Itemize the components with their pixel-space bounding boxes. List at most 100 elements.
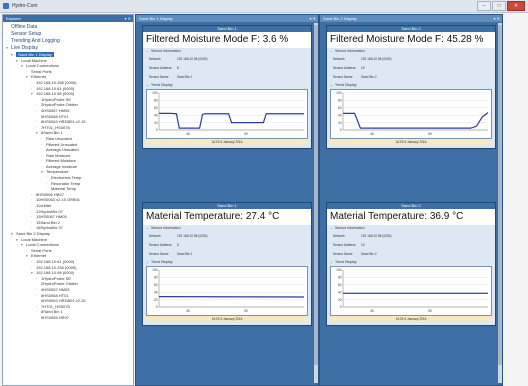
tree-node-label: Sensor Setup: [11, 31, 42, 37]
trend-display-label: Trend Display: [151, 260, 173, 264]
tree-node-label: 13HS0067 HM05: [36, 214, 67, 220]
trend-display-label: Trend Display: [335, 83, 357, 87]
trend-series-line: [159, 112, 304, 129]
info-key: Sensor Name: [333, 252, 353, 256]
y-tick-label: 100: [152, 91, 158, 95]
y-tick-label: 60: [154, 283, 158, 287]
y-tick-label: 100: [336, 268, 342, 272]
sensor-info-header[interactable]: ⌄ Sensor Information: [327, 48, 495, 55]
trend-display-header[interactable]: ⌄ Trend Display: [327, 82, 495, 89]
tree-node-label: 1HydroProbe SE: [41, 96, 72, 102]
sensor-info-header[interactable]: ⌄ Sensor Information: [143, 225, 311, 232]
panel-header-controls[interactable]: ▾ ✕: [494, 15, 500, 22]
tree-node[interactable]: · Sensor Setup: [6, 31, 133, 38]
info-key: Network: [149, 234, 161, 238]
x-tick-label: 40: [370, 132, 374, 136]
panel-scrollbar[interactable]: [498, 23, 502, 383]
info-row: Network 192.168.10.98 (0000): [333, 232, 495, 241]
y-tick-label: 80: [338, 99, 342, 103]
explorer-pane: Explorer ▾ ✕ · Offline Data · Sensor Setup ·…: [2, 14, 134, 386]
tree-node-label: Filtered Unscaled: [46, 141, 78, 147]
info-value: 8: [177, 243, 179, 247]
y-tick-label: 0: [156, 305, 158, 309]
info-key: Sensor Name: [149, 252, 169, 256]
panel-title: Sand Bin 2 Display: [323, 16, 357, 21]
tree-node-label: 2HydroProbe Orbiter: [41, 281, 78, 287]
sensor-card: Sand Bin 1 Material Temperature: 27.4 °C ⌄…: [142, 202, 312, 326]
tree-node-label: Ethernet: [31, 74, 47, 80]
maximize-button[interactable]: □: [492, 1, 506, 11]
x-tick-label: 50: [244, 309, 248, 313]
info-key: Network: [333, 57, 345, 61]
tree-node[interactable]: ▾ Live Display: [6, 45, 133, 52]
info-row: Sensor Address 15: [333, 64, 495, 73]
info-row: Sensor Name Sand Bin 2: [333, 73, 495, 82]
tree-node-label: 6HS0063 HRDB01 v2.15: [41, 298, 86, 304]
sensor-info-header[interactable]: ⌄ Sensor Information: [143, 48, 311, 55]
tree-node-label: 192.168.10.98 (0000): [36, 270, 75, 276]
tree-node[interactable]: · Offline Data: [6, 24, 133, 31]
tree-node[interactable]: · Trending And Logging: [6, 38, 133, 45]
tree-node-label: Trending And Logging: [11, 38, 60, 44]
tree-node-label: Raw Unscaled: [46, 135, 72, 141]
info-value: Sand Bin 1: [177, 252, 193, 256]
scroll-thumb[interactable]: [498, 25, 502, 365]
y-tick-label: 100: [152, 268, 158, 272]
panel-header-controls[interactable]: ▾ ✕: [310, 15, 316, 22]
panel-scrollbar[interactable]: [314, 23, 318, 383]
tree-node-label: 2HydroProbe Orbiter: [41, 102, 78, 108]
tree-node-label: Electronics Temp: [51, 175, 82, 181]
tree-node-label: 1HydroProbe SE: [41, 275, 72, 281]
sensor-card: Sand Bin 2 Filtered Moisture Mode F: 45.2…: [326, 25, 496, 149]
sensor-info-label: Sensor Information: [151, 226, 181, 230]
tree-node-label: Filtered Moisture: [46, 158, 76, 164]
y-tick-label: 20: [154, 298, 158, 302]
sensor-info-header[interactable]: ⌄ Sensor Information: [327, 225, 495, 232]
info-value: 192.168.10.98 (0000): [361, 57, 392, 61]
explorer-tree: · Offline Data · Sensor Setup · Trending And …: [3, 22, 133, 321]
trend-chart: 100 80 60 40 20 0 40 50: [330, 266, 492, 316]
sensor-card: Sand Bin 2 Material Temperature: 36.9 °C ⌄…: [326, 202, 496, 326]
tree-node-label: Local Machine: [21, 57, 47, 63]
tree-node-label: Live Display: [11, 45, 38, 51]
tree-node[interactable]: · 9HS0065 HR07: [6, 315, 133, 321]
info-key: Sensor Address: [333, 243, 356, 247]
tree-node-label: 4HS0067 HM05: [41, 107, 70, 113]
x-tick-label: 40: [186, 132, 190, 136]
close-button[interactable]: ✕: [507, 1, 525, 11]
panel-title: Sand Bin 1 Display: [139, 16, 173, 21]
tree-node-label: 192.168.10.61 (0000): [36, 258, 75, 264]
y-tick-label: 100: [336, 91, 342, 95]
info-key: Sensor Address: [149, 66, 172, 70]
tree-node-label: 5HS0068 HT01: [41, 113, 69, 119]
info-key: Sensor Address: [149, 243, 172, 247]
minimize-button[interactable]: –: [477, 1, 491, 11]
sensor-info: Network 192.168.10.98 (0000) Sensor Addres…: [327, 232, 495, 259]
tree-node-label: Temperature: [46, 169, 69, 175]
y-tick-label: 40: [338, 290, 342, 294]
explorer-title: Explorer: [6, 16, 21, 21]
tree-node-label: 15Sand Bin 2: [36, 219, 61, 225]
tree-node-label: 7HT01_HS0078: [41, 124, 70, 130]
explorer-header-controls[interactable]: ▾ ✕: [125, 15, 131, 22]
tree-node-label: 6HS0063 HRDB01 v2.15: [41, 119, 86, 125]
reading-value: Material Temperature: 27.4 °C: [143, 209, 311, 225]
info-row: Sensor Address 15: [333, 241, 495, 250]
trend-chart-svg: 100 80 60 40 20 0 40 50: [152, 91, 304, 136]
info-row: Sensor Name Sand Bin 1: [149, 250, 311, 259]
trend-display-header[interactable]: ⌄ Trend Display: [143, 82, 311, 89]
x-tick-label: 50: [244, 132, 248, 136]
trend-chart-svg: 100 80 60 40 20 0 40 50: [336, 91, 489, 136]
scroll-thumb[interactable]: [314, 25, 318, 365]
sensor-info: Network 192.168.10.98 (0000) Sensor Addres…: [327, 55, 495, 82]
info-row: Sensor Address 8: [149, 241, 311, 250]
trend-chart: 100 80 60 40 20 0 40 50: [330, 89, 492, 139]
trend-display-header[interactable]: ⌄ Trend Display: [143, 259, 311, 266]
tree-node-label: Average Unscaled: [46, 147, 79, 153]
info-value: 192.168.10.98 (0000): [177, 57, 208, 61]
info-value: 15: [361, 66, 365, 70]
tree-node-label: 192.168.10.98 (0000): [36, 91, 75, 97]
info-key: Network: [333, 234, 345, 238]
trend-display-header[interactable]: ⌄ Trend Display: [327, 259, 495, 266]
timestamp-bar: 16:00 6 January 2016: [330, 139, 492, 145]
